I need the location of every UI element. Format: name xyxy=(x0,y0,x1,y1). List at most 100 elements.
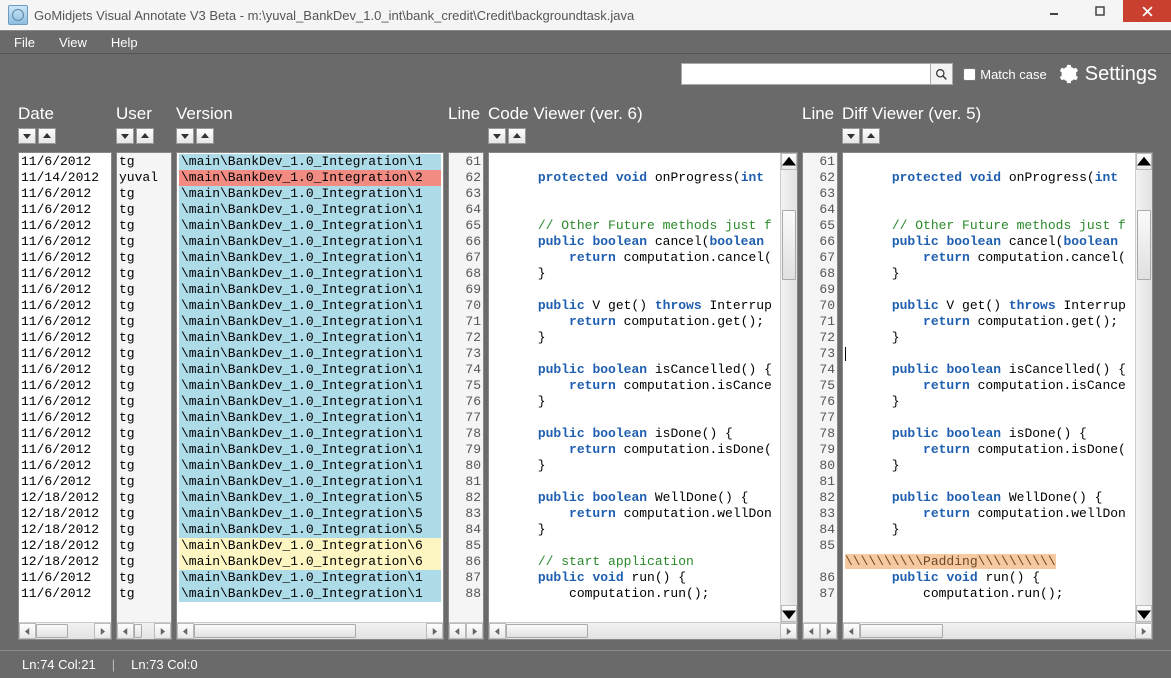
code-hscroll[interactable] xyxy=(489,622,797,639)
diff-line[interactable]: } xyxy=(845,330,1135,346)
scroll-left-icon[interactable] xyxy=(489,623,506,639)
code-line[interactable] xyxy=(491,202,780,218)
diff-sort-down[interactable] xyxy=(842,128,860,144)
diff-line[interactable]: computation.run(); xyxy=(845,586,1135,602)
date-hscroll[interactable] xyxy=(19,622,111,639)
code-line[interactable]: // start application xyxy=(491,554,780,570)
version-row[interactable]: \main\BankDev_1.0_Integration\1 xyxy=(179,186,441,202)
code-line[interactable]: return computation.get(); xyxy=(491,314,780,330)
code-content[interactable]: protected void onProgress(int // Other F… xyxy=(489,153,797,622)
date-sort-up[interactable] xyxy=(38,128,56,144)
scroll-up-icon[interactable] xyxy=(1136,153,1152,170)
code-line[interactable] xyxy=(491,186,780,202)
version-row[interactable]: \main\BankDev_1.0_Integration\5 xyxy=(179,490,441,506)
diff-content[interactable]: protected void onProgress(int // Other F… xyxy=(843,153,1152,622)
version-sort-down[interactable] xyxy=(176,128,194,144)
date-sort-down[interactable] xyxy=(18,128,36,144)
code-line[interactable] xyxy=(491,410,780,426)
version-row[interactable]: \main\BankDev_1.0_Integration\1 xyxy=(179,298,441,314)
diff-line[interactable]: } xyxy=(845,394,1135,410)
code-sort-down[interactable] xyxy=(488,128,506,144)
version-row[interactable]: \main\BankDev_1.0_Integration\1 xyxy=(179,282,441,298)
version-row[interactable]: \main\BankDev_1.0_Integration\1 xyxy=(179,202,441,218)
diff-hscroll[interactable] xyxy=(843,622,1152,639)
version-row[interactable]: \main\BankDev_1.0_Integration\1 xyxy=(179,458,441,474)
version-row[interactable]: \main\BankDev_1.0_Integration\1 xyxy=(179,442,441,458)
menu-file[interactable]: File xyxy=(14,35,35,50)
code-sort-up[interactable] xyxy=(508,128,526,144)
version-row[interactable]: \main\BankDev_1.0_Integration\6 xyxy=(179,538,441,554)
user-content[interactable]: tg yuval tg tg tg tg tg tg tg tg tg tg t… xyxy=(117,153,171,622)
code-line[interactable] xyxy=(491,282,780,298)
scroll-right-icon[interactable] xyxy=(780,623,797,639)
match-case-checkbox[interactable] xyxy=(963,68,976,81)
scroll-down-icon[interactable] xyxy=(1136,605,1152,622)
diff-line[interactable]: // Other Future methods just f xyxy=(845,218,1135,234)
version-row[interactable]: \main\BankDev_1.0_Integration\1 xyxy=(179,234,441,250)
version-sort-up[interactable] xyxy=(196,128,214,144)
code-line[interactable] xyxy=(491,538,780,554)
code-line[interactable]: return computation.isCance xyxy=(491,378,780,394)
settings-button[interactable]: Settings xyxy=(1057,63,1157,86)
scroll-down-icon[interactable] xyxy=(781,605,797,622)
diff-line[interactable] xyxy=(845,202,1135,218)
scroll-right-icon[interactable] xyxy=(154,623,171,639)
scroll-right-icon[interactable] xyxy=(820,623,837,639)
version-row[interactable]: \main\BankDev_1.0_Integration\1 xyxy=(179,474,441,490)
close-button[interactable] xyxy=(1123,0,1171,22)
date-content[interactable]: 11/6/2012 11/14/2012 11/6/2012 11/6/2012… xyxy=(19,153,111,622)
diff-sort-up[interactable] xyxy=(862,128,880,144)
code-line[interactable] xyxy=(491,346,780,362)
diff-line[interactable]: public boolean cancel(boolean xyxy=(845,234,1135,250)
menu-help[interactable]: Help xyxy=(111,35,138,50)
code-line[interactable] xyxy=(491,474,780,490)
user-hscroll[interactable] xyxy=(117,622,171,639)
version-row[interactable]: \main\BankDev_1.0_Integration\1 xyxy=(179,570,441,586)
diff-line[interactable]: public void run() { xyxy=(845,570,1135,586)
minimize-button[interactable] xyxy=(1031,0,1077,22)
version-row[interactable]: \main\BankDev_1.0_Integration\1 xyxy=(179,394,441,410)
code-line[interactable]: public void run() { xyxy=(491,570,780,586)
diff-line[interactable] xyxy=(845,282,1135,298)
code-line[interactable]: public V get() throws Interrup xyxy=(491,298,780,314)
diff-line[interactable]: return computation.cancel( xyxy=(845,250,1135,266)
diff-line[interactable] xyxy=(845,410,1135,426)
code-line[interactable]: public boolean isDone() { xyxy=(491,426,780,442)
diff-line[interactable]: return computation.get(); xyxy=(845,314,1135,330)
code-vscroll[interactable] xyxy=(780,153,797,622)
code-line[interactable]: return computation.isDone( xyxy=(491,442,780,458)
code-line[interactable]: } xyxy=(491,522,780,538)
diff-line[interactable]: return computation.isDone( xyxy=(845,442,1135,458)
scroll-left-icon[interactable] xyxy=(803,623,820,639)
diff-vscroll[interactable] xyxy=(1135,153,1152,622)
diff-line[interactable]: public V get() throws Interrup xyxy=(845,298,1135,314)
diff-line[interactable]: return computation.isCance xyxy=(845,378,1135,394)
scroll-right-icon[interactable] xyxy=(1135,623,1152,639)
line-code-content[interactable]: 61 62 63 64 65 66 67 68 69 70 71 72 73 7… xyxy=(449,153,483,622)
code-line[interactable] xyxy=(491,154,780,170)
code-line[interactable]: } xyxy=(491,266,780,282)
diff-line[interactable]: } xyxy=(845,522,1135,538)
scroll-right-icon[interactable] xyxy=(94,623,111,639)
scroll-left-icon[interactable] xyxy=(843,623,860,639)
version-row[interactable]: \main\BankDev_1.0_Integration\1 xyxy=(179,250,441,266)
diff-line[interactable]: \\\\\\\\\\Padding\\\\\\\\\\ xyxy=(845,554,1135,570)
code-line[interactable]: } xyxy=(491,330,780,346)
scroll-left-icon[interactable] xyxy=(177,623,194,639)
version-row[interactable]: \main\BankDev_1.0_Integration\1 xyxy=(179,426,441,442)
version-row[interactable]: \main\BankDev_1.0_Integration\1 xyxy=(179,154,441,170)
diff-line[interactable]: } xyxy=(845,458,1135,474)
version-row[interactable]: \main\BankDev_1.0_Integration\1 xyxy=(179,330,441,346)
version-row[interactable]: \main\BankDev_1.0_Integration\1 xyxy=(179,346,441,362)
diff-line[interactable] xyxy=(845,474,1135,490)
version-row[interactable]: \main\BankDev_1.0_Integration\5 xyxy=(179,522,441,538)
diff-line[interactable] xyxy=(845,346,1135,362)
match-case-option[interactable]: Match case xyxy=(963,67,1046,82)
diff-line[interactable]: public boolean isDone() { xyxy=(845,426,1135,442)
line1-hscroll[interactable] xyxy=(449,622,483,639)
diff-line[interactable]: return computation.wellDon xyxy=(845,506,1135,522)
version-row[interactable]: \main\BankDev_1.0_Integration\1 xyxy=(179,218,441,234)
version-row[interactable]: \main\BankDev_1.0_Integration\1 xyxy=(179,314,441,330)
code-line[interactable]: public boolean WellDone() { xyxy=(491,490,780,506)
code-line[interactable]: public boolean cancel(boolean xyxy=(491,234,780,250)
